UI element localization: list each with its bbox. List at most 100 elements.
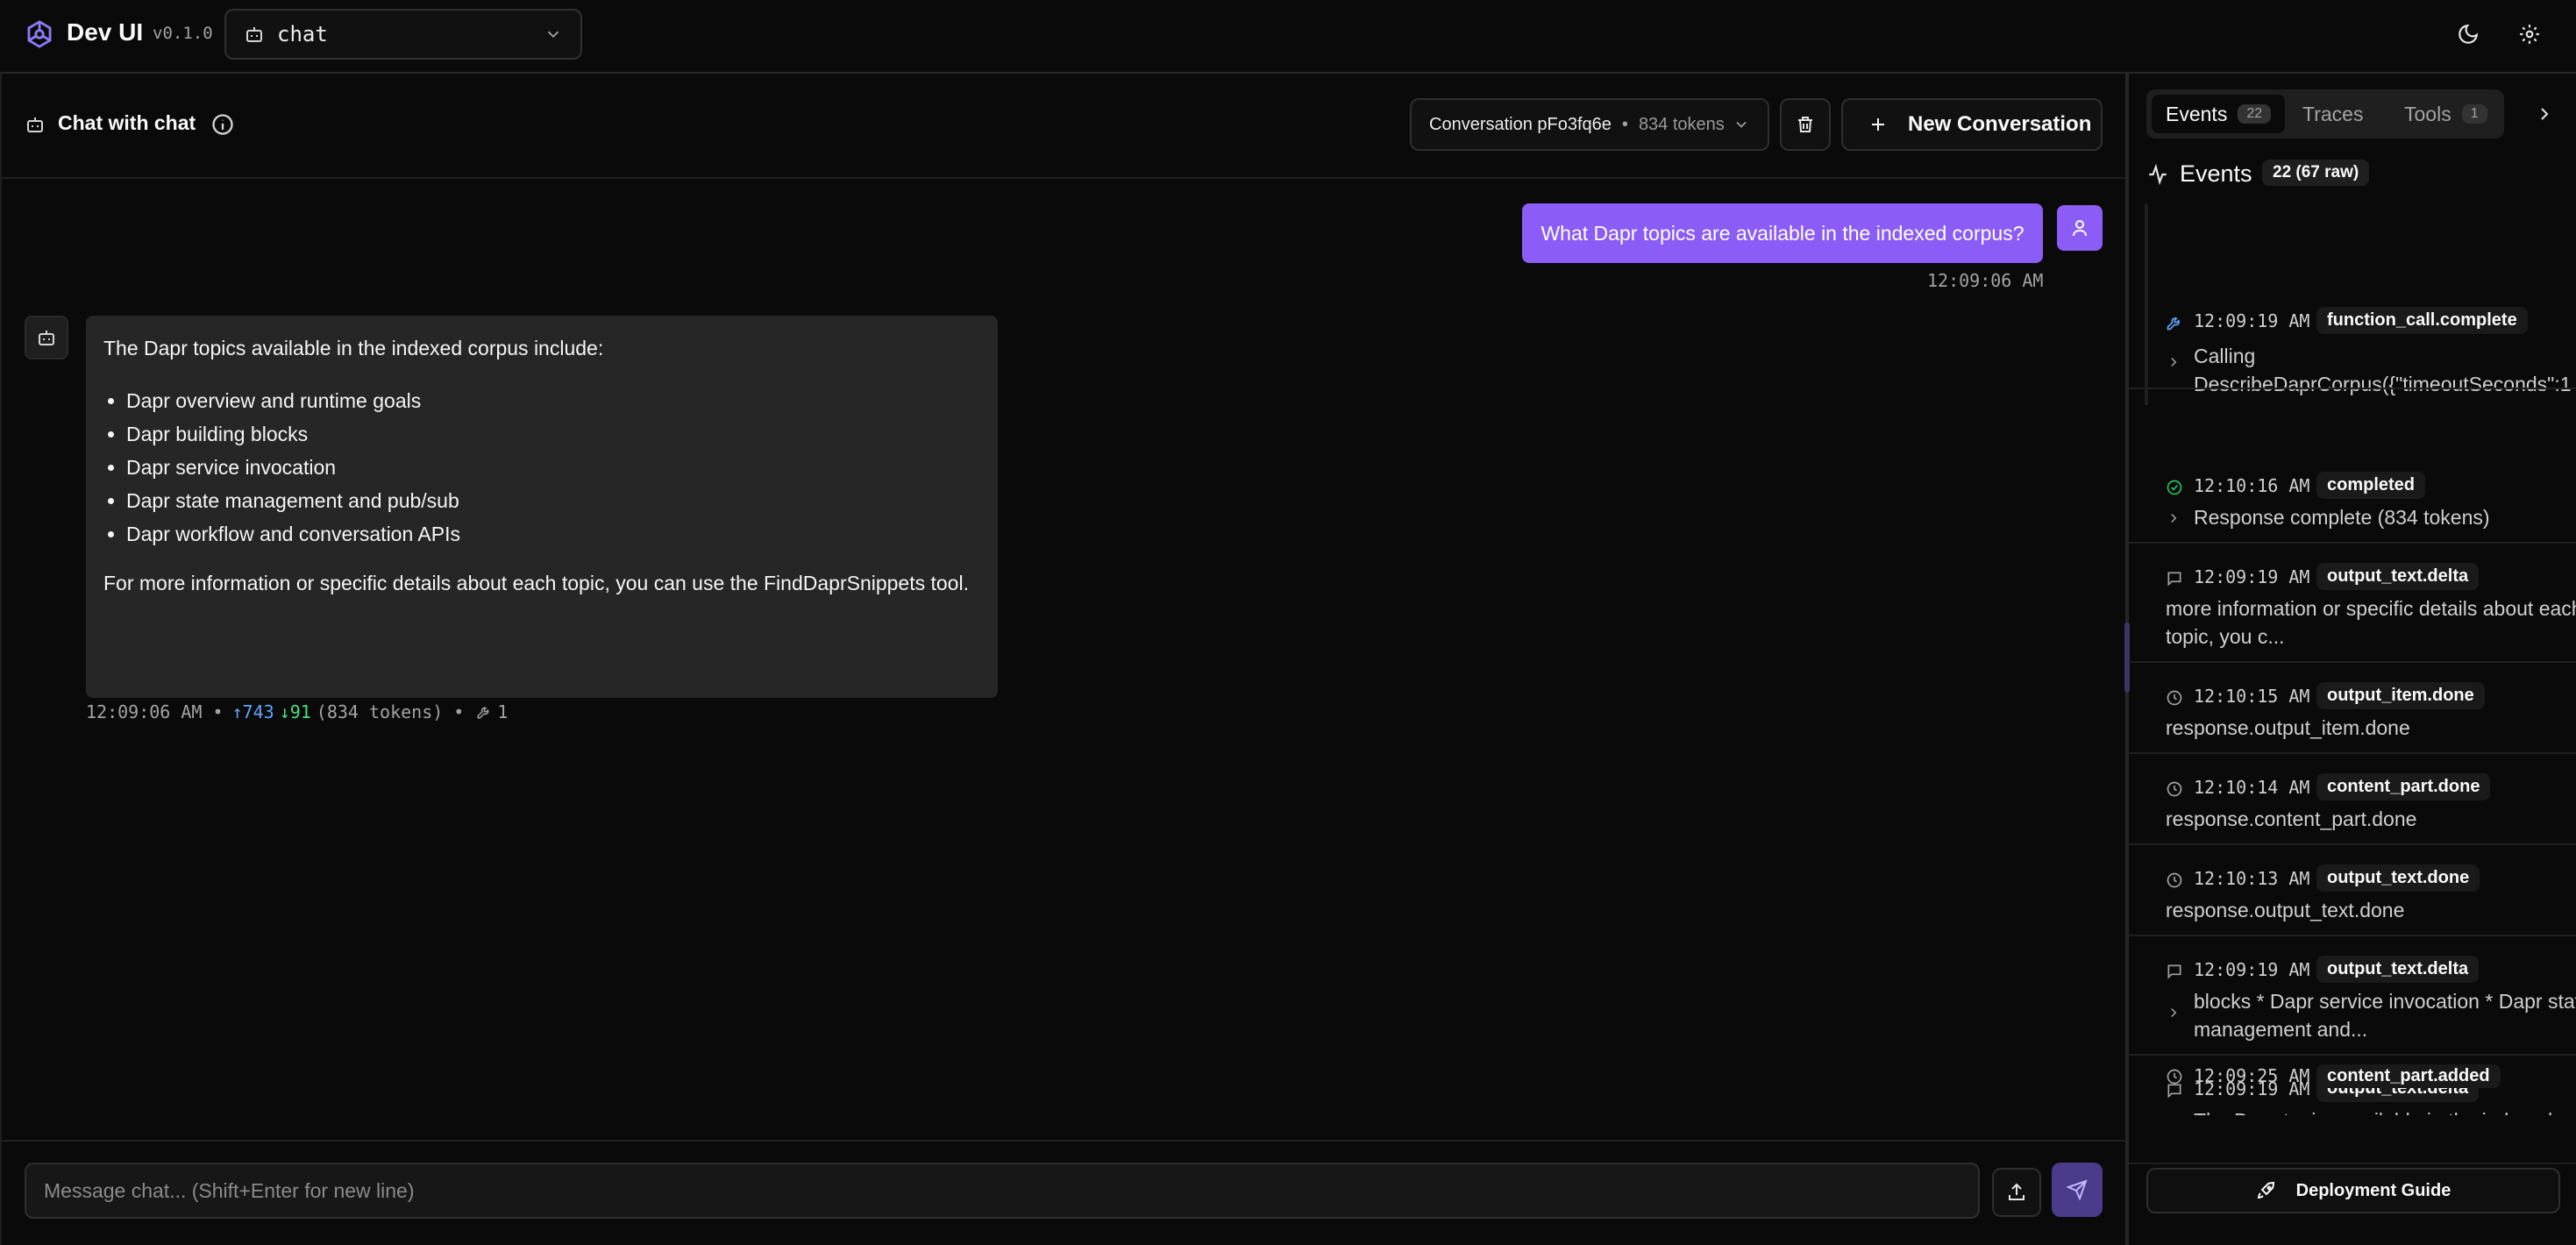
- event-body: Response complete (834 tokens): [2194, 506, 2490, 529]
- event-separator: [2129, 935, 2576, 936]
- chevron-right-icon[interactable]: [2166, 1005, 2181, 1021]
- deployment-guide-button[interactable]: Deployment Guide: [2146, 1168, 2560, 1213]
- user-message: What Dapr topics are available in the in…: [1522, 203, 2043, 263]
- assistant-message-time: 12:09:06 AM: [86, 701, 203, 722]
- agent-select-value: chat: [277, 22, 328, 46]
- tokens-out: ↓91: [279, 701, 311, 722]
- trash-icon: [1795, 114, 1816, 135]
- event-separator: [2129, 542, 2576, 544]
- settings-gear-icon[interactable]: [2515, 19, 2544, 49]
- message-square-icon: [2166, 963, 2183, 980]
- event-type-badge: output_text.delta: [2316, 563, 2480, 590]
- event-type-badge: content_part.added: [2316, 1064, 2501, 1088]
- conversation-separator: •: [1621, 114, 1628, 134]
- clock-icon: [2166, 1068, 2183, 1085]
- upload-icon: [2006, 1182, 2027, 1203]
- event-type-badge: function_call.complete: [2316, 307, 2528, 334]
- event-time: 12:10:15 AM: [2194, 686, 2310, 707]
- tab-tools[interactable]: Tools 1: [2390, 95, 2501, 133]
- event-time: 12:09:25 AM: [2194, 1065, 2310, 1086]
- clock-icon: [2166, 689, 2183, 707]
- event-type-badge: output_text.done: [2316, 864, 2480, 892]
- rocket-icon: [2256, 1180, 2277, 1201]
- tab-label: Traces: [2302, 102, 2364, 125]
- list-item: Dapr service invocation: [126, 451, 980, 484]
- event-time: 12:10:16 AM: [2194, 475, 2310, 496]
- top-header: Dev UI v0.1.0 chat: [0, 0, 2576, 74]
- delete-conversation-button[interactable]: [1780, 98, 1831, 151]
- agent-select[interactable]: chat: [224, 9, 582, 60]
- tab-label: Tools: [2404, 102, 2451, 125]
- event-item-partial[interactable]: 12:09:25 AM content_part.added: [2129, 1064, 2576, 1089]
- message-square-icon: [2166, 570, 2183, 587]
- assistant-intro: The Dapr topics available in the indexed…: [103, 337, 604, 359]
- events-count-badge: 22 (67 raw): [2262, 160, 2370, 186]
- dev-ui-logo-icon: [25, 19, 54, 49]
- tab-events[interactable]: Events 22: [2152, 95, 2286, 133]
- plus-icon: [1868, 114, 1889, 135]
- user-message-time: 12:09:06 AM: [1927, 270, 2044, 291]
- assistant-message: The Dapr topics available in the indexed…: [86, 316, 998, 698]
- event-body: more information or specific details abo…: [2166, 597, 2576, 648]
- panel-footer: Deployment Guide: [2129, 1163, 2576, 1245]
- tokens-in: ↑743: [231, 701, 274, 722]
- clock-icon: [2166, 780, 2183, 798]
- brand-name: Dev UI: [67, 18, 144, 46]
- tab-count-badge: 1: [2461, 104, 2487, 124]
- tokens-total: (834 tokens): [316, 701, 444, 722]
- send-icon: [2067, 1179, 2088, 1200]
- new-conversation-button[interactable]: New Conversation: [1841, 98, 2103, 151]
- assistant-topic-list: Dapr overview and runtime goals Dapr bui…: [103, 384, 980, 551]
- theme-toggle-moon-icon[interactable]: [2453, 19, 2483, 49]
- meta-separator: •: [212, 701, 224, 722]
- chat-pane: Chat with chat Conversation pFo3fq6e • 8…: [0, 74, 2127, 1245]
- info-icon[interactable]: [210, 112, 235, 137]
- events-heading: Events: [2180, 160, 2252, 187]
- assistant-message-meta: 12:09:06 AM • ↑743 ↓91 (834 tokens) • 1: [86, 701, 508, 722]
- chevron-down-icon: [1733, 116, 1750, 133]
- event-separator: [2129, 1054, 2576, 1056]
- event-body: response.content_part.done: [2166, 807, 2417, 830]
- event-body: The Dapr topics available in the indexed…: [2194, 1106, 2552, 1115]
- send-button[interactable]: [2052, 1163, 2103, 1217]
- list-item: Dapr state management and pub/sub: [126, 484, 980, 517]
- panel-tabs: Events 22 Traces Tools 1: [2146, 89, 2504, 139]
- event-time: 12:09:19 AM: [2194, 566, 2310, 587]
- event-time: 12:10:14 AM: [2194, 777, 2310, 798]
- list-item: Dapr workflow and conversation APIs: [126, 517, 980, 551]
- upload-button[interactable]: [1992, 1168, 2041, 1217]
- chevron-right-icon[interactable]: [2166, 354, 2181, 370]
- bot-icon: [25, 114, 46, 135]
- message-input[interactable]: [25, 1163, 1980, 1219]
- events-list: 12:09:19 AM function_call.complete Calli…: [2129, 203, 2576, 1115]
- chat-header: Chat with chat Conversation pFo3fq6e • 8…: [2, 74, 2127, 179]
- event-body: blocks * Dapr service invocation * Dapr …: [2194, 990, 2576, 1041]
- chevron-down-icon: [544, 25, 563, 44]
- check-circle-icon: [2166, 479, 2183, 496]
- collapse-panel-chevron-right-icon[interactable]: [2534, 103, 2555, 125]
- bot-icon: [244, 24, 265, 45]
- chevron-right-icon[interactable]: [2166, 510, 2181, 526]
- composer: [2, 1140, 2127, 1245]
- clock-icon: [2166, 872, 2183, 889]
- tab-traces[interactable]: Traces: [2288, 95, 2377, 133]
- event-type-badge: output_text.delta: [2316, 956, 2480, 983]
- event-separator: [2129, 752, 2576, 754]
- tool-call-count: 1: [497, 701, 509, 722]
- conversation-name: Conversation pFo3fq6e: [1429, 114, 1612, 134]
- app-version: v0.1.0: [153, 24, 213, 43]
- user-avatar-icon: [2057, 205, 2103, 251]
- event-separator: [2129, 843, 2576, 845]
- conversation-select[interactable]: Conversation pFo3fq6e • 834 tokens: [1410, 98, 1769, 151]
- assistant-outro: For more information or specific details…: [103, 572, 969, 594]
- event-type-badge: output_item.done: [2316, 682, 2485, 709]
- deployment-guide-label: Deployment Guide: [2295, 1180, 2451, 1200]
- event-time: 12:09:19 AM: [2194, 310, 2310, 331]
- event-time: 12:10:13 AM: [2194, 868, 2310, 889]
- tab-label: Events: [2166, 102, 2228, 125]
- activity-icon: [2146, 163, 2169, 186]
- event-body: response.output_text.done: [2166, 899, 2405, 921]
- new-conversation-label: New Conversation: [1908, 112, 2092, 136]
- event-type-badge: completed: [2316, 472, 2426, 499]
- event-type-badge: content_part.done: [2316, 773, 2491, 800]
